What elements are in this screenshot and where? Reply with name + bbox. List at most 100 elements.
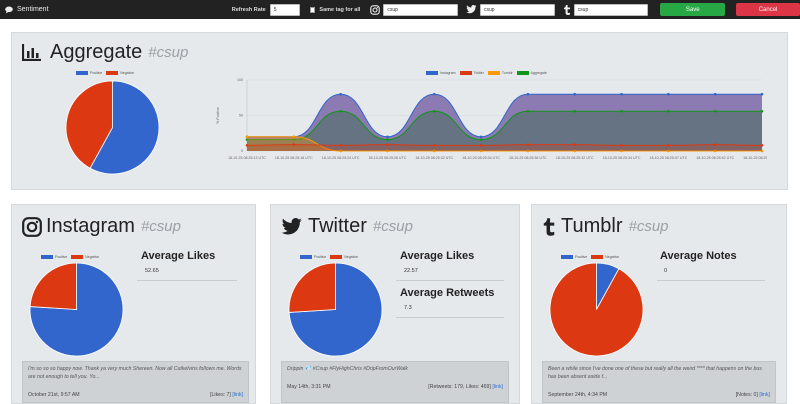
legend-swatch-positive [561,255,573,259]
data-point-instagram [713,92,717,96]
data-point-twitter [292,143,296,146]
tumblr-icon [563,4,571,15]
data-point-twitter [526,143,530,146]
twitter-pie-chart [288,262,383,357]
post-stats: [Likes: 7] [210,392,231,398]
save-button[interactable]: Save [660,3,726,16]
legend-swatch-instagram [426,71,438,75]
legend-label-negative: Negative [344,255,359,259]
same-tag-label: Same tag for all [319,6,361,13]
data-point-tumblr [292,135,296,139]
refresh-rate-label: Refresh Rate [231,6,266,13]
legend-swatch-negative [330,255,343,259]
twitter-title-text: Twitter [308,215,367,237]
chat-icon [5,6,13,13]
x-tick-label: 18-10-25 08:25:36 UTC [509,156,547,160]
data-point-aggregate [432,109,436,113]
aggregate-tag: #csup [148,44,189,61]
y-tick-label: 100 [237,78,243,82]
data-point-aggregate [339,109,342,113]
aggregate-pie-chart [65,80,160,175]
twitter-avg-retweets-label: Average Retweets [400,287,495,299]
data-point-instagram [386,135,389,139]
tumblr-title: Tumblr #csup [542,215,669,238]
x-tick-label: 18-10-25 08:25:24 UTC [322,156,360,160]
data-point-twitter [760,144,764,147]
twitter-avg-retweets-value: 7.3 [404,305,412,311]
post-date: May 14th, 3:31 PM [287,384,331,390]
tumblr-tag-input[interactable] [573,3,649,16]
top-navbar: Sentiment Refresh Rate Same tag for all … [0,0,800,19]
legend-swatch-aggregate [516,71,529,75]
legend-swatch-negative [71,255,84,259]
legend-swatch-positive [76,71,88,75]
data-point-twitter [713,143,717,146]
data-point-aggregate [479,138,483,141]
instagram-logo-icon [22,216,42,237]
instagram-post: I'm so so so happy now. Thank ya very mu… [22,361,249,403]
brand: Sentiment [5,6,232,14]
app-name: Sentiment [17,6,49,13]
legend-label-twitter: Twitter [473,71,484,75]
data-point-twitter [667,144,670,147]
legend-swatch-negative [106,71,119,75]
x-tick-label: 18-10-25 08:25:18 UTC [275,156,313,160]
divider [396,280,504,281]
instagram-tag-input[interactable] [383,3,459,16]
aggregate-panel: Aggregate #csup Positive Negative Instag… [11,32,788,190]
data-point-twitter [573,143,577,146]
data-point-tumblr [245,135,249,139]
pie-slice-negative [549,262,644,357]
instagram-avg-likes-value: 52.65 [145,268,159,274]
data-point-instagram [479,135,483,139]
pie-slice-negative [288,262,336,313]
legend-swatch-twitter [459,71,472,75]
x-tick-label: 18-10-25 08:25:34 UTC [462,156,500,160]
legend-label-positive: Positive [90,71,103,75]
tumblr-tag: #csup [628,218,669,235]
instagram-title-text: Instagram [46,215,135,237]
data-point-twitter [432,144,436,147]
data-point-twitter [245,144,249,147]
divider [657,280,765,281]
instagram-avg-likes-label: Average Likes [141,250,216,262]
x-tick-label: 18-10-25 08:25:37 UTC [649,156,687,160]
legend-label-positive: Positive [575,255,588,259]
legend-swatch-tumblr [487,71,500,75]
post-text: Drippin 💎 #Csup #FlyHighChris #DripFromO… [287,366,408,372]
cancel-button[interactable]: Cancel [736,3,800,16]
legend-label-negative: Negative [85,255,100,259]
legend-swatch-positive [300,255,312,259]
legend-label-negative: Negative [120,71,135,75]
tumblr-card: Tumblr #csup Positive Negative Average N… [531,204,787,404]
refresh-rate-input[interactable] [269,3,300,16]
legend-swatch-positive [41,255,53,259]
data-point-instagram [432,92,436,96]
twitter-icon [466,5,477,14]
post-date: October 21st, 9:57 AM [28,392,80,398]
twitter-tag-input[interactable] [480,3,555,16]
twitter-avg-likes-label: Average Likes [400,250,475,262]
post-link[interactable]: [link] [492,384,503,390]
data-point-aggregate [667,109,670,113]
instagram-tag: #csup [140,218,181,235]
data-point-twitter [386,143,389,146]
post-date: September 24th, 4:34 PM [548,392,608,398]
legend-label-instagram: Instagram [440,71,456,75]
same-tag-checkbox[interactable] [309,6,316,13]
pie-slice-negative [29,262,77,310]
twitter-tag: #csup [372,218,413,235]
legend-label-negative: Negative [605,255,620,259]
instagram-title: Instagram #csup [22,215,181,238]
post-link[interactable]: [link] [232,392,243,398]
aggregate-line-chart: 100 50 0 % Positive 18-10-25 08:25:13 UTC 18-… [216,78,767,160]
data-point-twitter [620,144,623,147]
instagram-icon [370,4,381,15]
aggregate-title-text: Aggregate [50,41,143,63]
aggregate-pie-legend: Positive Negative [72,71,134,75]
post-meta: [Notes: 0] [link] [736,392,770,398]
tumblr-post: Been a while since I've done one of thes… [542,361,776,403]
post-link[interactable]: [link] [759,392,770,398]
data-point-instagram [620,92,623,96]
data-point-instagram [526,92,530,96]
